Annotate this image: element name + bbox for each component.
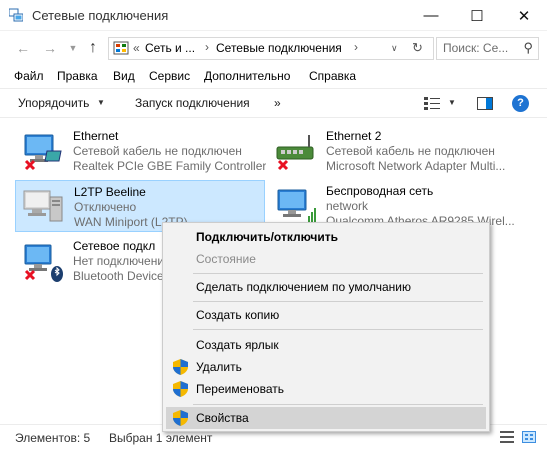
selection-count: Выбран 1 элемент bbox=[109, 431, 213, 445]
search-icon[interactable]: ⚲ bbox=[523, 40, 533, 56]
connection-name: Ethernet 2 bbox=[326, 129, 382, 143]
address-field[interactable]: « Сеть и ... › Сетевые подключения › ∨ ↻ bbox=[108, 37, 434, 60]
menu-item-set-default[interactable]: Сделать подключением по умолчанию bbox=[166, 276, 486, 298]
connection-status: Нет подключения bbox=[73, 254, 171, 268]
item-count: Элементов: 5 bbox=[15, 431, 91, 445]
view-dropdown-icon[interactable]: ▼ bbox=[448, 98, 456, 107]
breadcrumb-separator[interactable]: › bbox=[354, 40, 358, 54]
context-menu: Подключить/отключить Состояние Сделать п… bbox=[162, 222, 490, 432]
connection-device: Bluetooth Device bbox=[73, 269, 164, 283]
connection-name: Сетевое подкл bbox=[73, 239, 156, 253]
organize-dropdown-icon[interactable]: ▼ bbox=[97, 98, 105, 107]
menu-tools[interactable]: Сервис bbox=[149, 69, 190, 83]
address-dropdown-icon[interactable]: ∨ bbox=[391, 43, 398, 54]
menu-item-create-copy[interactable]: Создать копию bbox=[166, 304, 486, 326]
connection-device: Realtek PCIe GBE Family Controller bbox=[73, 159, 267, 173]
uac-shield-icon bbox=[173, 410, 188, 426]
menu-edit[interactable]: Правка bbox=[57, 69, 98, 83]
connection-status: network bbox=[326, 199, 369, 213]
menu-item-delete[interactable]: Удалить bbox=[166, 356, 486, 378]
menu-separator bbox=[193, 329, 483, 330]
breadcrumb-separator[interactable]: › bbox=[205, 40, 209, 54]
menu-advanced[interactable]: Дополнительно bbox=[204, 69, 290, 83]
organize-button[interactable]: Упорядочить bbox=[18, 96, 89, 110]
search-input[interactable]: Поиск: Се... ⚲ bbox=[436, 37, 539, 60]
refresh-icon[interactable]: ↻ bbox=[412, 40, 423, 56]
command-bar: Упорядочить ▼ Запуск подключения » ▼ ? bbox=[0, 88, 547, 118]
back-button[interactable]: ← bbox=[13, 38, 33, 58]
connection-status: Сетевой кабель не подключен bbox=[73, 144, 242, 158]
title-bar: Сетевые подключения — ☐ ✕ bbox=[0, 0, 547, 31]
help-button[interactable]: ? bbox=[512, 95, 529, 112]
menu-view[interactable]: Вид bbox=[113, 69, 135, 83]
details-view-icon[interactable] bbox=[500, 431, 514, 443]
menu-item-status: Состояние bbox=[196, 252, 256, 266]
minimize-button[interactable]: — bbox=[408, 0, 454, 31]
connection-name: Ethernet bbox=[73, 129, 119, 143]
search-placeholder: Поиск: Се... bbox=[443, 41, 509, 55]
network-adapter-disconnected-icon bbox=[276, 135, 314, 171]
connection-name: Беспроводная сеть bbox=[326, 184, 434, 198]
uac-shield-icon bbox=[173, 381, 188, 397]
connection-status: Отключено bbox=[74, 200, 137, 214]
menu-separator bbox=[193, 273, 483, 274]
view-options-icon[interactable] bbox=[424, 97, 440, 111]
menu-help[interactable]: Справка bbox=[309, 69, 356, 83]
bluetooth-adapter-disconnected-icon bbox=[24, 244, 63, 282]
menu-file[interactable]: Файл bbox=[14, 69, 44, 83]
breadcrumb-network[interactable]: Сеть и ... bbox=[145, 41, 195, 55]
start-connection-button[interactable]: Запуск подключения bbox=[135, 96, 250, 110]
maximize-button[interactable]: ☐ bbox=[454, 0, 500, 31]
up-button[interactable]: ↑ bbox=[83, 38, 103, 58]
network-folder-icon bbox=[9, 8, 23, 22]
breadcrumb-network-connections[interactable]: Сетевые подключения bbox=[216, 41, 342, 55]
connection-status: Сетевой кабель не подключен bbox=[326, 144, 495, 158]
more-commands-button[interactable]: » bbox=[274, 96, 281, 110]
menu-separator bbox=[193, 404, 483, 405]
preview-pane-icon[interactable] bbox=[477, 97, 493, 110]
connection-ethernet-2[interactable]: Ethernet 2 Сетевой кабель не подключен M… bbox=[268, 125, 542, 177]
connection-name: L2TP Beeline bbox=[74, 185, 146, 199]
uac-shield-icon bbox=[173, 359, 188, 375]
large-icons-view-icon[interactable] bbox=[522, 431, 536, 443]
connection-ethernet[interactable]: Ethernet Сетевой кабель не подключен Rea… bbox=[15, 125, 267, 177]
window-title: Сетевые подключения bbox=[32, 8, 169, 23]
vpn-connection-icon bbox=[23, 190, 63, 222]
control-panel-icon bbox=[113, 41, 129, 55]
breadcrumb-overflow[interactable]: « bbox=[133, 41, 140, 55]
menu-item-connect-disconnect[interactable]: Подключить/отключить bbox=[166, 226, 486, 248]
menu-item-properties[interactable]: Свойства bbox=[166, 407, 486, 429]
menu-bar: Файл Правка Вид Сервис Дополнительно Спр… bbox=[0, 66, 547, 88]
forward-button[interactable]: → bbox=[40, 38, 60, 58]
menu-item-rename[interactable]: Переименовать bbox=[166, 378, 486, 400]
menu-separator bbox=[193, 301, 483, 302]
network-adapter-disconnected-icon bbox=[24, 134, 62, 171]
address-bar: ← → ▼ ↑ « Сеть и ... › Сетевые подключен… bbox=[0, 31, 547, 65]
connection-device: Microsoft Network Adapter Multi... bbox=[326, 159, 506, 173]
menu-item-create-shortcut[interactable]: Создать ярлык bbox=[166, 334, 486, 356]
recent-locations-button[interactable]: ▼ bbox=[63, 38, 83, 58]
close-button[interactable]: ✕ bbox=[501, 0, 547, 31]
